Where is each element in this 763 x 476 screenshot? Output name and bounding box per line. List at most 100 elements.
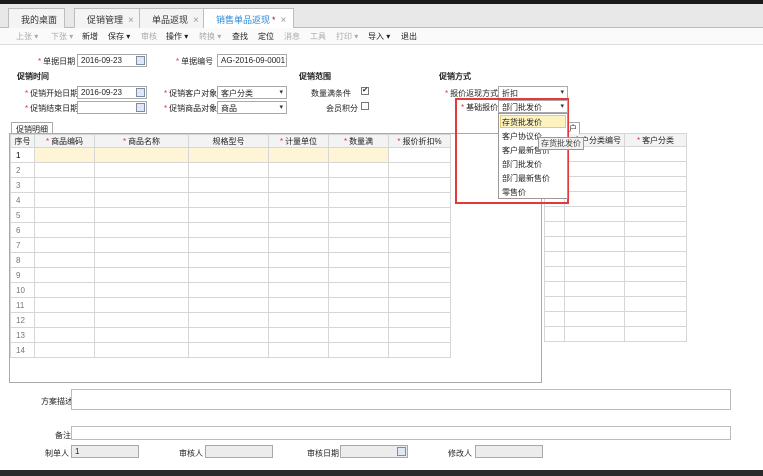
table-cell[interactable] xyxy=(188,162,269,178)
product-object-select[interactable]: 商品 ▾ xyxy=(217,101,287,114)
tools-button[interactable]: 工具 xyxy=(310,31,326,42)
end-date-input[interactable] xyxy=(77,101,147,114)
table-cell[interactable] xyxy=(34,207,95,223)
table-cell[interactable] xyxy=(544,281,565,297)
table-row[interactable] xyxy=(544,221,687,237)
table-cell[interactable] xyxy=(328,177,389,193)
table-cell[interactable] xyxy=(544,221,565,237)
col-header[interactable]: 序号 xyxy=(10,134,35,148)
tab-promotion-mgmt[interactable]: 促销管理 × xyxy=(74,8,142,28)
start-date-input[interactable]: 2016-09-23 xyxy=(77,86,147,99)
table-cell[interactable] xyxy=(268,222,329,238)
table-cell[interactable] xyxy=(624,221,687,237)
table-row[interactable] xyxy=(544,281,687,297)
table-cell[interactable] xyxy=(564,161,625,177)
table-cell[interactable] xyxy=(624,311,687,327)
table-row[interactable] xyxy=(544,236,687,252)
table-cell[interactable] xyxy=(268,327,329,343)
table-cell[interactable] xyxy=(188,207,269,223)
table-cell[interactable] xyxy=(564,221,625,237)
tab-desktop[interactable]: 我的桌面 xyxy=(8,8,66,28)
table-cell[interactable] xyxy=(564,266,625,282)
dropdown-option[interactable]: 部门批发价 xyxy=(502,159,542,170)
table-cell[interactable] xyxy=(388,297,451,313)
table-cell[interactable] xyxy=(188,327,269,343)
table-cell[interactable] xyxy=(564,281,625,297)
dropdown-option[interactable]: 部门最新售价 xyxy=(502,173,550,184)
table-cell[interactable] xyxy=(388,237,451,253)
table-row[interactable]: 10 xyxy=(10,282,451,298)
table-row[interactable]: 8 xyxy=(10,252,451,268)
calendar-icon[interactable] xyxy=(136,103,145,112)
table-cell[interactable] xyxy=(388,222,451,238)
table-cell[interactable] xyxy=(544,236,565,252)
table-cell[interactable] xyxy=(624,326,687,342)
table-cell[interactable] xyxy=(388,267,451,283)
table-row[interactable]: 1 xyxy=(10,147,451,163)
table-cell[interactable] xyxy=(328,237,389,253)
table-row[interactable]: 13 xyxy=(10,327,451,343)
table-cell[interactable] xyxy=(34,297,95,313)
close-icon[interactable]: × xyxy=(128,15,134,26)
table-cell[interactable] xyxy=(388,177,451,193)
table-cell[interactable] xyxy=(328,267,389,283)
table-cell[interactable] xyxy=(328,147,389,163)
table-cell[interactable] xyxy=(564,326,625,342)
table-cell[interactable] xyxy=(268,252,329,268)
dropdown-option[interactable]: 零售价 xyxy=(502,187,526,198)
table-cell[interactable] xyxy=(624,251,687,267)
operation-button[interactable]: 操作 ▾ xyxy=(166,31,188,42)
table-cell[interactable] xyxy=(564,296,625,312)
table-cell[interactable] xyxy=(624,161,687,177)
col-header[interactable]: 计量单位 xyxy=(268,134,329,148)
table-cell[interactable] xyxy=(544,266,565,282)
table-cell[interactable] xyxy=(268,192,329,208)
table-row[interactable]: 2 xyxy=(10,162,451,178)
table-row[interactable] xyxy=(544,311,687,327)
description-input[interactable] xyxy=(71,389,731,410)
col-header[interactable]: 商品编码 xyxy=(34,134,95,148)
table-cell[interactable] xyxy=(268,177,329,193)
table-cell[interactable] xyxy=(34,312,95,328)
table-row[interactable] xyxy=(544,206,687,222)
table-cell[interactable] xyxy=(388,342,451,358)
table-cell[interactable] xyxy=(564,251,625,267)
table-row[interactable] xyxy=(544,296,687,312)
table-row[interactable]: 5 xyxy=(10,207,451,223)
import-button[interactable]: 导入 ▾ xyxy=(368,31,390,42)
table-cell[interactable] xyxy=(268,267,329,283)
table-cell[interactable] xyxy=(388,162,451,178)
table-cell[interactable] xyxy=(34,162,95,178)
table-cell[interactable] xyxy=(268,282,329,298)
col-header[interactable]: 报价折扣% xyxy=(388,134,451,148)
table-cell[interactable] xyxy=(34,267,95,283)
table-cell[interactable] xyxy=(328,162,389,178)
table-cell[interactable] xyxy=(388,147,451,163)
table-cell[interactable] xyxy=(34,282,95,298)
audit-button[interactable]: 审核 xyxy=(141,31,157,42)
member-points-checkbox[interactable] xyxy=(361,102,369,110)
table-cell[interactable] xyxy=(188,222,269,238)
table-cell[interactable] xyxy=(94,312,189,328)
table-row[interactable]: 12 xyxy=(10,312,451,328)
table-cell[interactable] xyxy=(94,177,189,193)
table-cell[interactable] xyxy=(544,326,565,342)
table-cell[interactable] xyxy=(188,342,269,358)
table-cell[interactable] xyxy=(564,176,625,192)
table-cell[interactable] xyxy=(624,206,687,222)
close-icon[interactable]: × xyxy=(193,15,199,26)
table-cell[interactable] xyxy=(268,147,329,163)
table-row[interactable]: 14 xyxy=(10,342,451,358)
table-cell[interactable] xyxy=(34,147,95,163)
tab-sales-single-cashback[interactable]: 销售单品返现 * × xyxy=(203,8,295,29)
table-cell[interactable] xyxy=(328,192,389,208)
table-cell[interactable] xyxy=(624,281,687,297)
find-button[interactable]: 查找 xyxy=(232,31,248,42)
table-row[interactable]: 9 xyxy=(10,267,451,283)
table-cell[interactable] xyxy=(388,282,451,298)
table-cell[interactable] xyxy=(388,327,451,343)
table-cell[interactable] xyxy=(188,282,269,298)
table-cell[interactable] xyxy=(94,237,189,253)
table-cell[interactable] xyxy=(34,342,95,358)
table-cell[interactable] xyxy=(624,191,687,207)
